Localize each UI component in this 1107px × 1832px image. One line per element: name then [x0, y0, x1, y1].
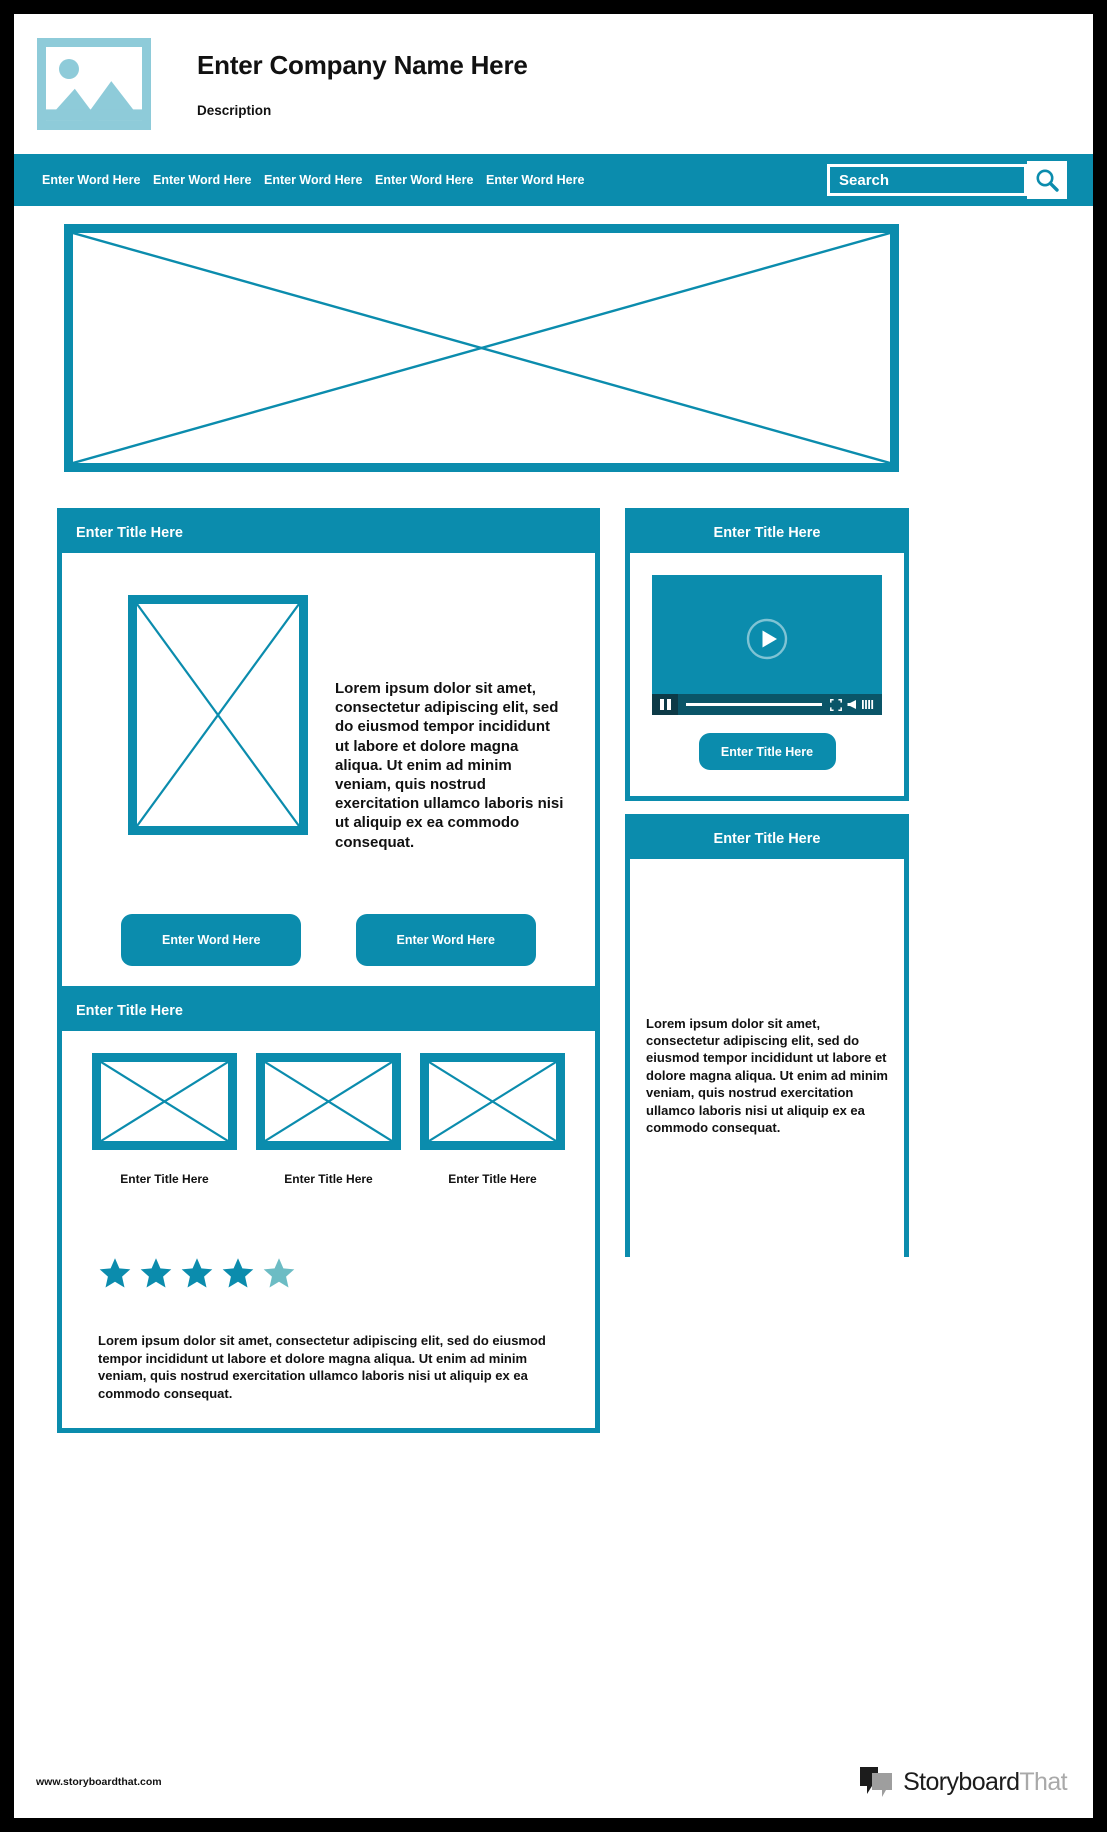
- search-input[interactable]: [827, 164, 1027, 196]
- main-card-title: Enter Title Here: [62, 513, 595, 553]
- main-card-paragraph: Lorem ipsum dolor sit amet, consectetur …: [335, 680, 564, 851]
- image-placeholder-cross: [265, 1062, 392, 1141]
- main-navigation-bar: Enter Word Here Enter Word Here Enter Wo…: [14, 154, 1093, 206]
- main-card-body: Lorem ipsum dolor sit amet, consectetur …: [62, 553, 595, 996]
- video-button-wrap: Enter Title Here: [652, 733, 882, 770]
- nav-item-1[interactable]: Enter Word Here: [42, 173, 153, 187]
- hero-image-placeholder[interactable]: [64, 224, 899, 472]
- brand-wordmark: StoryboardThat: [903, 1767, 1068, 1797]
- site-header: Enter Company Name Here Description: [14, 14, 1093, 154]
- brand-text-first: Storyboard: [903, 1767, 1020, 1796]
- pause-bar-right: [666, 699, 671, 710]
- image-placeholder-cross: [429, 1062, 556, 1141]
- volume-speaker-icon[interactable]: [847, 699, 857, 710]
- text-card: Enter Title Here Lorem ipsum dolor sit a…: [625, 814, 909, 1292]
- main-content-card: Enter Title Here Lorem ipsum dolor sit a…: [57, 508, 600, 1001]
- star-rating[interactable]: [98, 1256, 577, 1290]
- site-footer: www.storyboardthat.com StoryboardThat: [14, 1746, 1093, 1818]
- nav-item-5[interactable]: Enter Word Here: [486, 173, 597, 187]
- mountain-icon: [46, 81, 142, 121]
- play-button-icon[interactable]: [745, 617, 789, 661]
- main-card-button-2[interactable]: Enter Word Here: [355, 913, 536, 966]
- search-button[interactable]: [1027, 161, 1067, 199]
- video-card-body: Enter Title Here: [630, 553, 904, 796]
- text-card-title: Enter Title Here: [630, 819, 904, 859]
- brand-text-second: That: [1019, 1767, 1067, 1796]
- star-icon-filled-1[interactable]: [98, 1256, 132, 1290]
- thumbnail-item-1[interactable]: Enter Title Here: [92, 1053, 237, 1186]
- company-description: Description: [197, 103, 272, 118]
- pause-icon[interactable]: [652, 694, 678, 715]
- storyboardthat-logo[interactable]: StoryboardThat: [858, 1765, 1068, 1799]
- thumbnail-item-2[interactable]: Enter Title Here: [256, 1053, 401, 1186]
- review-paragraph: Lorem ipsum dolor sit amet, consectetur …: [98, 1333, 546, 1401]
- page-title: Enter Company Name Here: [197, 50, 528, 80]
- video-card-title: Enter Title Here: [630, 513, 904, 553]
- nav-item-2[interactable]: Enter Word Here: [153, 173, 264, 187]
- text-card-body: Lorem ipsum dolor sit amet, consectetur …: [630, 859, 904, 1292]
- image-placeholder-cross: [137, 604, 299, 826]
- fullscreen-icon[interactable]: [830, 698, 842, 711]
- video-control-bar: [652, 694, 882, 715]
- search-icon: [1036, 169, 1059, 192]
- image-placeholder-icon: [46, 47, 142, 121]
- star-icon-filled-4[interactable]: [221, 1256, 255, 1290]
- header-text-block: Enter Company Name Here Description: [197, 50, 528, 118]
- thumbnail-image-1: [92, 1053, 237, 1150]
- thumbnail-label-3: Enter Title Here: [448, 1172, 537, 1186]
- video-control-icons: [830, 698, 876, 711]
- star-icon-filled-3[interactable]: [180, 1256, 214, 1290]
- thumbnail-row: Enter Title Here Enter Title Here Enter …: [80, 1053, 577, 1186]
- gallery-card: Enter Title Here Enter Title Here Enter …: [57, 986, 600, 1434]
- progress-bar[interactable]: [686, 703, 822, 706]
- thumbnail-image-2: [256, 1053, 401, 1150]
- speech-bubbles-icon: [860, 1767, 893, 1797]
- nav-links-group: Enter Word Here Enter Word Here Enter Wo…: [14, 173, 827, 187]
- nav-item-4[interactable]: Enter Word Here: [375, 173, 486, 187]
- main-card-buttons: Enter Word Here Enter Word Here: [82, 913, 575, 966]
- gallery-card-body: Enter Title Here Enter Title Here Enter …: [62, 1031, 595, 1429]
- star-icon-empty-5[interactable]: [262, 1256, 296, 1290]
- video-card: Enter Title Here Enter Title Here: [625, 508, 909, 801]
- image-placeholder-cross: [101, 1062, 228, 1141]
- thumbnail-item-3[interactable]: Enter Title Here: [420, 1053, 565, 1186]
- text-card-paragraph: Lorem ipsum dolor sit amet, consectetur …: [646, 1015, 888, 1136]
- image-placeholder-cross: [64, 224, 899, 472]
- video-card-button[interactable]: Enter Title Here: [698, 733, 836, 770]
- pause-bar-left: [659, 699, 664, 710]
- wireframe-canvas: Enter Company Name Here Description Ente…: [12, 12, 1095, 1820]
- company-logo-placeholder[interactable]: [37, 38, 151, 130]
- thumbnail-label-2: Enter Title Here: [284, 1172, 373, 1186]
- page-root: Enter Company Name Here Description Ente…: [0, 0, 1107, 1832]
- video-player[interactable]: [652, 575, 882, 715]
- thumbnail-label-1: Enter Title Here: [120, 1172, 209, 1186]
- main-image-placeholder[interactable]: [128, 595, 308, 835]
- thumbnail-image-3: [420, 1053, 565, 1150]
- star-icon-filled-2[interactable]: [139, 1256, 173, 1290]
- volume-bars-icon[interactable]: [862, 699, 876, 710]
- gallery-card-title: Enter Title Here: [62, 991, 595, 1031]
- nav-item-3[interactable]: Enter Word Here: [264, 173, 375, 187]
- media-row: Lorem ipsum dolor sit amet, consectetur …: [82, 575, 575, 852]
- main-card-button-1[interactable]: Enter Word Here: [121, 913, 302, 966]
- footer-url[interactable]: www.storyboardthat.com: [36, 1776, 162, 1788]
- search-group: [827, 161, 1067, 199]
